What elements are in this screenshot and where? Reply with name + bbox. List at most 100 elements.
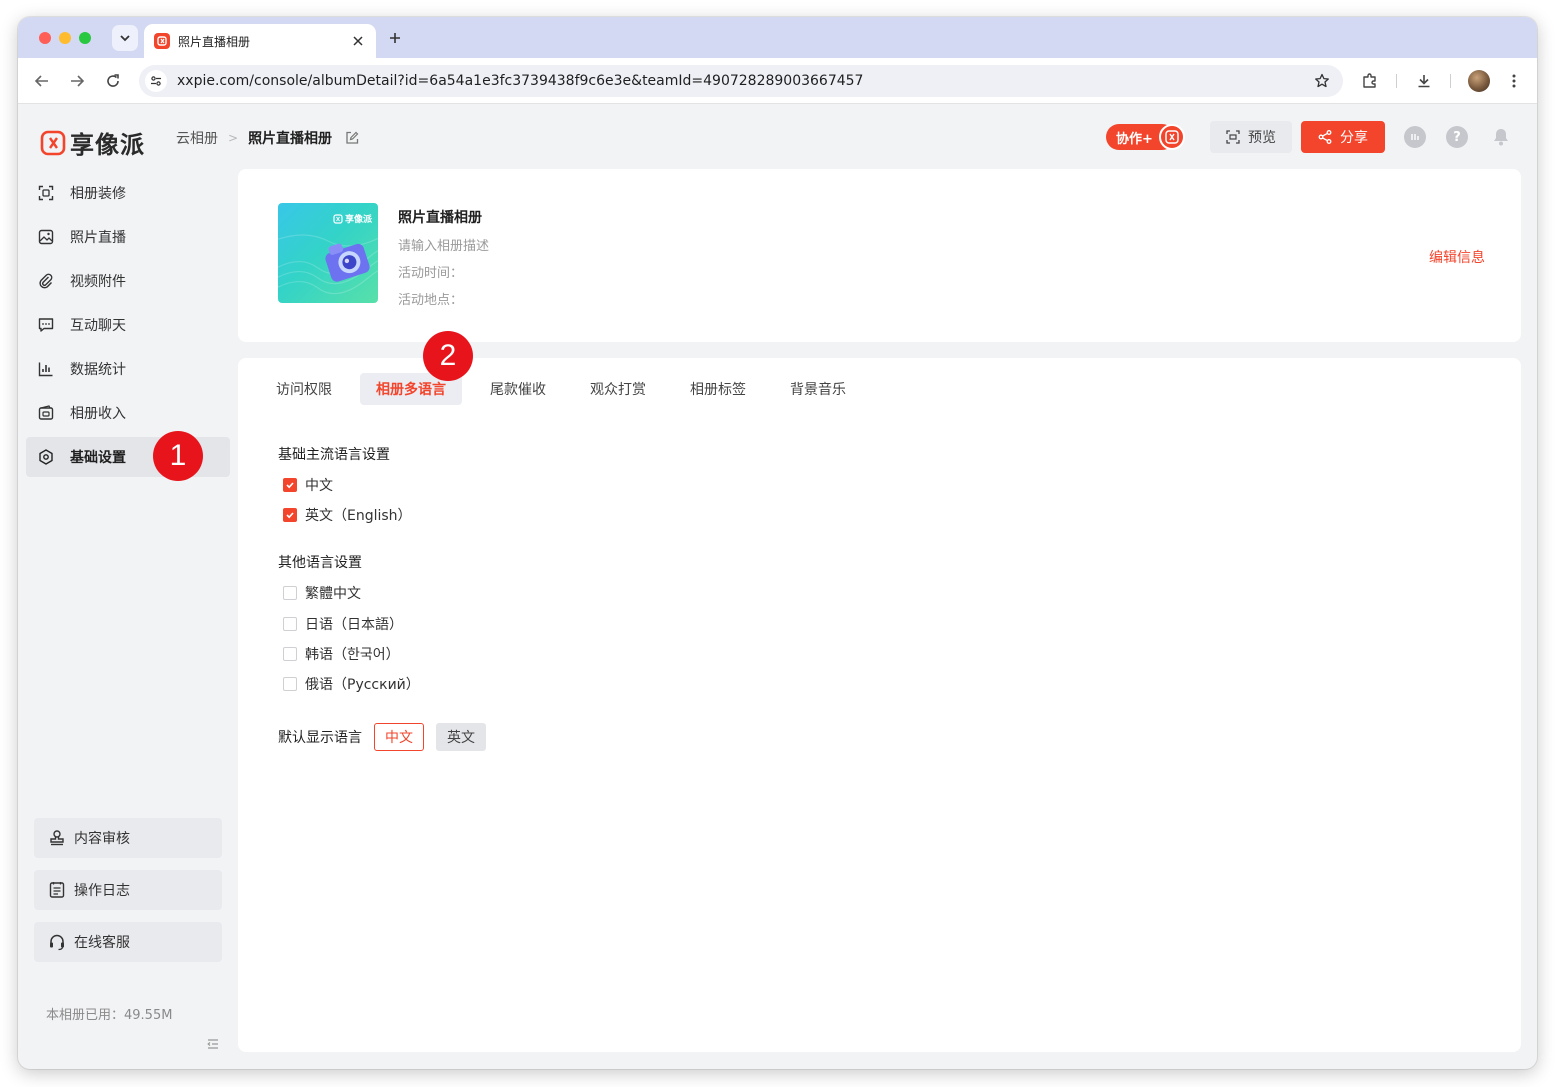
collapse-sidebar-icon[interactable] — [206, 1037, 220, 1051]
forward-button[interactable] — [65, 69, 89, 93]
collab-avatar[interactable] — [1158, 124, 1185, 150]
paperclip-icon — [38, 273, 54, 289]
help-icon[interactable]: ? — [1446, 126, 1468, 148]
language-option-chinese[interactable]: 中文 — [283, 475, 333, 495]
tab-search-button[interactable] — [112, 25, 138, 51]
sidebar-item-label: 视频附件 — [70, 274, 126, 290]
bookmark-star-icon[interactable] — [1311, 70, 1333, 92]
settings-card: 访问权限 相册多语言 尾款催收 观众打赏 相册标签 背景音乐 基础主流语言设置 … — [238, 358, 1521, 1052]
minimize-window-button[interactable] — [59, 32, 71, 44]
language-option-russian[interactable]: 俄语（Русский） — [283, 674, 420, 694]
address-bar[interactable]: xxpie.com/console/albumDetail?id=6a54a1e… — [139, 65, 1343, 97]
speed-icon[interactable] — [1404, 126, 1426, 148]
tab-close-button[interactable] — [350, 33, 366, 49]
extensions-icon[interactable] — [1358, 69, 1382, 93]
chevron-down-icon — [120, 35, 130, 42]
tab-balance-collection[interactable]: 尾款催收 — [478, 373, 558, 405]
maximize-window-button[interactable] — [79, 32, 91, 44]
app-logo[interactable]: 享像派 — [40, 125, 145, 160]
sidebar: 相册装修 照片直播 视频附件 互动聊天 数据统计 相册收入 基础设置 内容审核 … — [18, 167, 238, 1069]
toolbar-divider — [1450, 74, 1451, 88]
preview-label: 预览 — [1248, 130, 1276, 146]
sidebar-item-video-attachments[interactable]: 视频附件 — [26, 261, 230, 301]
log-icon — [48, 881, 66, 899]
cover-watermark-text: 享像派 — [344, 215, 372, 225]
share-label: 分享 — [1340, 130, 1368, 146]
image-icon — [38, 229, 54, 245]
cover-watermark: 享像派 — [333, 212, 372, 225]
sidebar-item-decoration[interactable]: 相册装修 — [26, 173, 230, 213]
option-label: 日语（日本語） — [305, 617, 403, 633]
logo-icon — [1165, 130, 1179, 144]
option-label: 俄语（Русский） — [305, 677, 420, 693]
wallet-icon — [38, 405, 54, 421]
checkbox-unchecked[interactable] — [283, 677, 297, 691]
app-header: 享像派 云相册 > 照片直播相册 协作+ 预览 分享 ? — [18, 105, 1537, 167]
sidebar-item-label: 相册收入 — [70, 406, 126, 422]
option-label: 英文（English） — [305, 508, 412, 524]
annotation-marker-1: 1 — [153, 431, 203, 481]
album-place-label: 活动地点： — [398, 293, 464, 308]
toolbar-divider — [1396, 74, 1397, 88]
collab-group[interactable]: 协作+ — [1106, 124, 1185, 150]
new-tab-button[interactable] — [384, 27, 406, 49]
breadcrumb-root-link[interactable]: 云相册 — [176, 128, 218, 148]
tab-audience-tips[interactable]: 观众打赏 — [578, 373, 658, 405]
side-button-label: 内容审核 — [74, 831, 130, 847]
bell-icon[interactable] — [1490, 126, 1512, 148]
download-icon[interactable] — [1412, 69, 1436, 93]
online-support-button[interactable]: 在线客服 — [34, 922, 222, 962]
language-option-japanese[interactable]: 日语（日本語） — [283, 614, 403, 634]
sidebar-item-statistics[interactable]: 数据统计 — [26, 349, 230, 389]
browser-tab[interactable]: 照片直播相册 — [144, 24, 376, 58]
reload-button[interactable] — [101, 69, 125, 93]
language-option-english[interactable]: 英文（English） — [283, 505, 412, 525]
more-menu-icon[interactable] — [1502, 69, 1526, 93]
sidebar-item-income[interactable]: 相册收入 — [26, 393, 230, 433]
language-option-korean[interactable]: 韩语（한국어） — [283, 644, 400, 664]
option-label: 中文 — [305, 478, 333, 494]
sidebar-item-label: 互动聊天 — [70, 318, 126, 334]
main-language-title: 基础主流语言设置 — [278, 447, 390, 463]
breadcrumb: 云相册 > 照片直播相册 — [176, 128, 360, 148]
language-option-traditional-chinese[interactable]: 繁體中文 — [283, 583, 361, 603]
other-language-title: 其他语言设置 — [278, 555, 362, 571]
back-button[interactable] — [30, 69, 54, 93]
sidebar-item-live-photos[interactable]: 照片直播 — [26, 217, 230, 257]
checkbox-unchecked[interactable] — [283, 647, 297, 661]
preview-icon — [1226, 130, 1240, 144]
checkbox-unchecked[interactable] — [283, 586, 297, 600]
site-info-icon[interactable] — [145, 70, 167, 92]
default-language-chinese-button[interactable]: 中文 — [374, 723, 424, 751]
chat-icon — [38, 317, 54, 333]
operation-log-button[interactable]: 操作日志 — [34, 870, 222, 910]
reload-icon — [107, 74, 119, 87]
tab-album-tags[interactable]: 相册标签 — [678, 373, 758, 405]
checkbox-checked[interactable] — [283, 508, 297, 522]
edit-title-button[interactable] — [344, 130, 360, 146]
close-window-button[interactable] — [39, 32, 51, 44]
profile-avatar[interactable] — [1468, 70, 1490, 92]
tab-access-permission[interactable]: 访问权限 — [264, 373, 344, 405]
tab-background-music[interactable]: 背景音乐 — [778, 373, 858, 405]
preview-button[interactable]: 预览 — [1210, 121, 1292, 153]
album-cover-image[interactable]: 享像派 — [278, 203, 378, 303]
check-icon — [286, 482, 294, 489]
share-icon — [1318, 130, 1332, 144]
stamp-icon — [48, 829, 66, 847]
share-button[interactable]: 分享 — [1301, 121, 1385, 153]
edit-info-link[interactable]: 编辑信息 — [1429, 247, 1485, 267]
content-review-button[interactable]: 内容审核 — [34, 818, 222, 858]
checkbox-unchecked[interactable] — [283, 617, 297, 631]
annotation-marker-2: 2 — [423, 331, 473, 381]
tab-strip: 照片直播相册 — [18, 17, 1537, 58]
headset-icon — [48, 933, 66, 951]
sidebar-item-label: 相册装修 — [70, 186, 126, 202]
checkbox-checked[interactable] — [283, 478, 297, 492]
default-language-english-button[interactable]: 英文 — [436, 723, 486, 751]
sidebar-item-label: 数据统计 — [70, 362, 126, 378]
frame-icon — [38, 185, 54, 201]
sidebar-item-chat[interactable]: 互动聊天 — [26, 305, 230, 345]
option-label: 韩语（한국어） — [305, 647, 400, 663]
edit-icon — [346, 131, 359, 144]
